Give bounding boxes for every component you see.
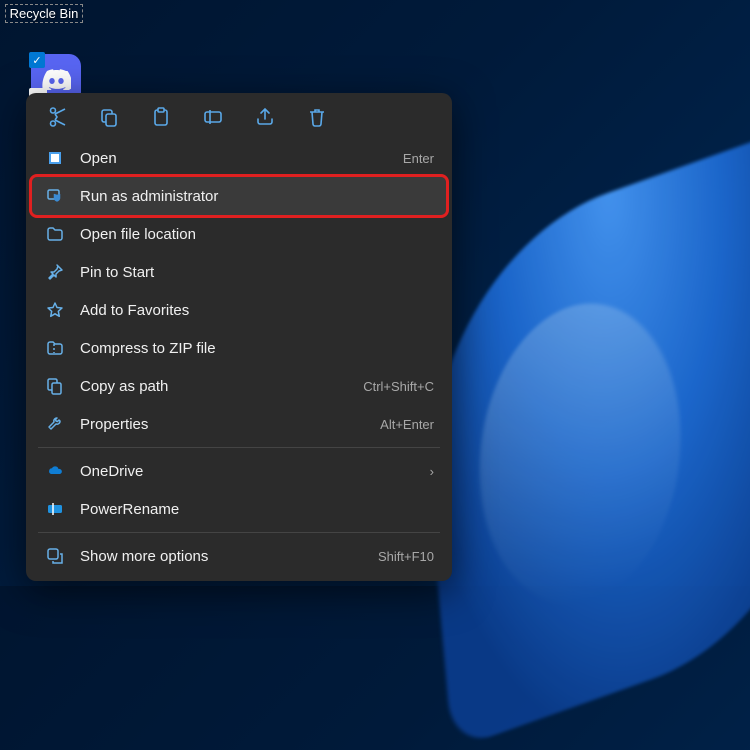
context-menu-toolbar (32, 99, 446, 139)
menu-label: PowerRename (80, 501, 434, 518)
wallpaper-decoration (409, 122, 750, 750)
menu-item-open-file-location[interactable]: Open file location (32, 215, 446, 253)
menu-shortcut: Shift+F10 (378, 549, 434, 564)
desktop-icon-recycle-bin[interactable]: Recycle Bin (4, 0, 84, 23)
menu-label: Add to Favorites (80, 302, 434, 319)
folder-icon (44, 224, 66, 244)
menu-label: Copy as path (80, 378, 363, 395)
menu-label: Compress to ZIP file (80, 340, 434, 357)
menu-label: OneDrive (80, 463, 422, 480)
rename-icon (203, 107, 223, 127)
rename-button[interactable] (198, 105, 228, 129)
menu-item-onedrive[interactable]: OneDrive › (32, 452, 446, 490)
wrench-icon (44, 414, 66, 434)
selection-check-icon: ✓ (29, 52, 45, 68)
app-icon (44, 148, 66, 168)
menu-label: Show more options (80, 548, 378, 565)
menu-separator (38, 532, 440, 533)
menu-label: Open file location (80, 226, 434, 243)
share-icon (255, 107, 275, 127)
menu-label: Open (80, 150, 403, 167)
star-icon (44, 300, 66, 320)
menu-item-add-favorites[interactable]: Add to Favorites (32, 291, 446, 329)
paste-button[interactable] (146, 105, 176, 129)
menu-item-pin-to-start[interactable]: Pin to Start (32, 253, 446, 291)
menu-shortcut: Ctrl+Shift+C (363, 379, 434, 394)
discord-logo-icon (41, 68, 71, 90)
menu-item-run-as-admin[interactable]: Run as administrator (32, 177, 446, 215)
menu-item-properties[interactable]: Properties Alt+Enter (32, 405, 446, 443)
menu-label: Run as administrator (80, 188, 434, 205)
recycle-bin-label: Recycle Bin (5, 4, 84, 23)
menu-item-copy-path[interactable]: Copy as path Ctrl+Shift+C (32, 367, 446, 405)
chevron-right-icon: › (430, 464, 434, 479)
menu-item-powerrename[interactable]: PowerRename (32, 490, 446, 528)
menu-shortcut: Enter (403, 151, 434, 166)
zip-icon (44, 338, 66, 358)
context-menu: Open Enter Run as administrator Open fil… (26, 93, 452, 581)
share-button[interactable] (250, 105, 280, 129)
menu-label: Pin to Start (80, 264, 434, 281)
menu-label: Properties (80, 416, 380, 433)
copy-button[interactable] (94, 105, 124, 129)
cut-button[interactable] (42, 105, 72, 129)
menu-item-open[interactable]: Open Enter (32, 139, 446, 177)
menu-shortcut: Alt+Enter (380, 417, 434, 432)
shield-icon (44, 186, 66, 206)
copy-icon (99, 107, 119, 127)
delete-button[interactable] (302, 105, 332, 129)
clipboard-icon (151, 107, 171, 127)
menu-separator (38, 447, 440, 448)
powerrename-icon (44, 499, 66, 519)
menu-item-compress-zip[interactable]: Compress to ZIP file (32, 329, 446, 367)
pin-icon (44, 262, 66, 282)
scissors-icon (47, 107, 67, 127)
context-menu-list: Open Enter Run as administrator Open fil… (32, 139, 446, 575)
trash-icon (307, 107, 327, 127)
menu-item-show-more[interactable]: Show more options Shift+F10 (32, 537, 446, 575)
copy-path-icon (44, 376, 66, 396)
onedrive-icon (44, 461, 66, 481)
more-options-icon (44, 546, 66, 566)
